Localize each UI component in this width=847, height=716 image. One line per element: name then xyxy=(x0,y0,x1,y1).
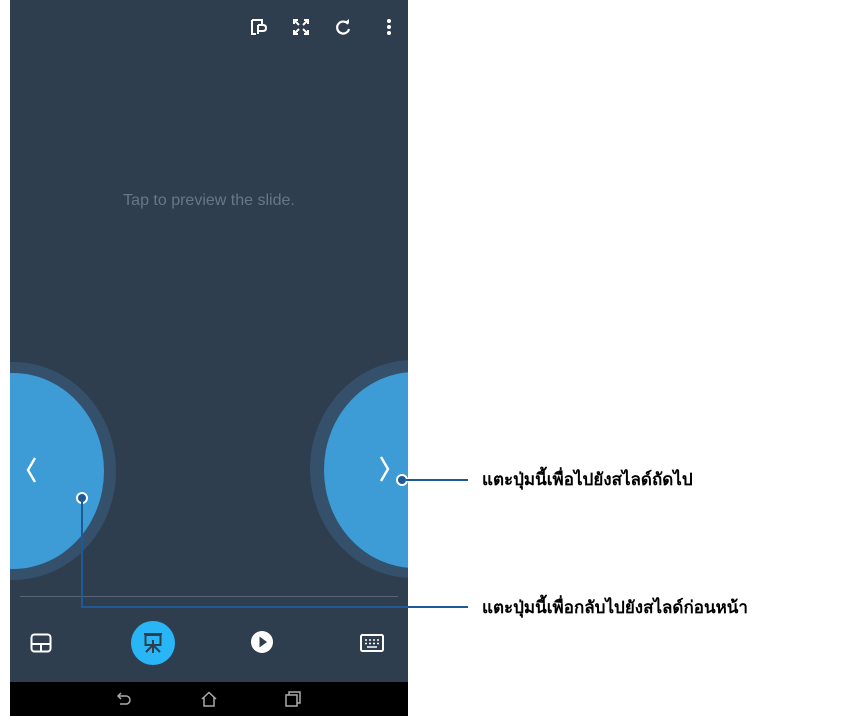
system-nav-bar xyxy=(10,682,408,716)
back-icon[interactable] xyxy=(114,690,132,708)
play-icon[interactable] xyxy=(249,629,275,655)
chevron-right-icon xyxy=(379,456,390,482)
recent-apps-icon[interactable] xyxy=(284,690,302,708)
fullscreen-icon[interactable] xyxy=(290,16,312,38)
next-callout-line xyxy=(406,479,468,481)
bottom-toolbar xyxy=(10,616,408,668)
top-action-bar xyxy=(10,0,408,58)
touchpad-icon[interactable] xyxy=(28,630,54,656)
toolbar-divider xyxy=(20,596,398,597)
keyboard-icon[interactable] xyxy=(358,630,386,656)
prev-callout-line-vertical xyxy=(81,500,83,608)
more-options-icon[interactable] xyxy=(378,16,400,38)
sync-icon[interactable] xyxy=(332,16,354,38)
home-icon[interactable] xyxy=(200,690,218,708)
preview-hint[interactable]: Tap to preview the slide. xyxy=(10,192,408,210)
prev-callout-line-horizontal xyxy=(81,606,468,608)
next-slide-callout: แตะปุ่มนี้เพื่อไปยังสไลด์ถัดไป xyxy=(482,470,693,490)
chevron-left-icon xyxy=(26,457,37,483)
previous-slide-callout: แตะปุ่มนี้เพื่อกลับไปยังสไลด์ก่อนหน้า xyxy=(482,598,748,618)
presenter-notes-icon[interactable] xyxy=(248,16,270,38)
phone-screen: Tap to preview the slide. xyxy=(10,0,408,716)
presentation-icon[interactable] xyxy=(131,621,175,665)
